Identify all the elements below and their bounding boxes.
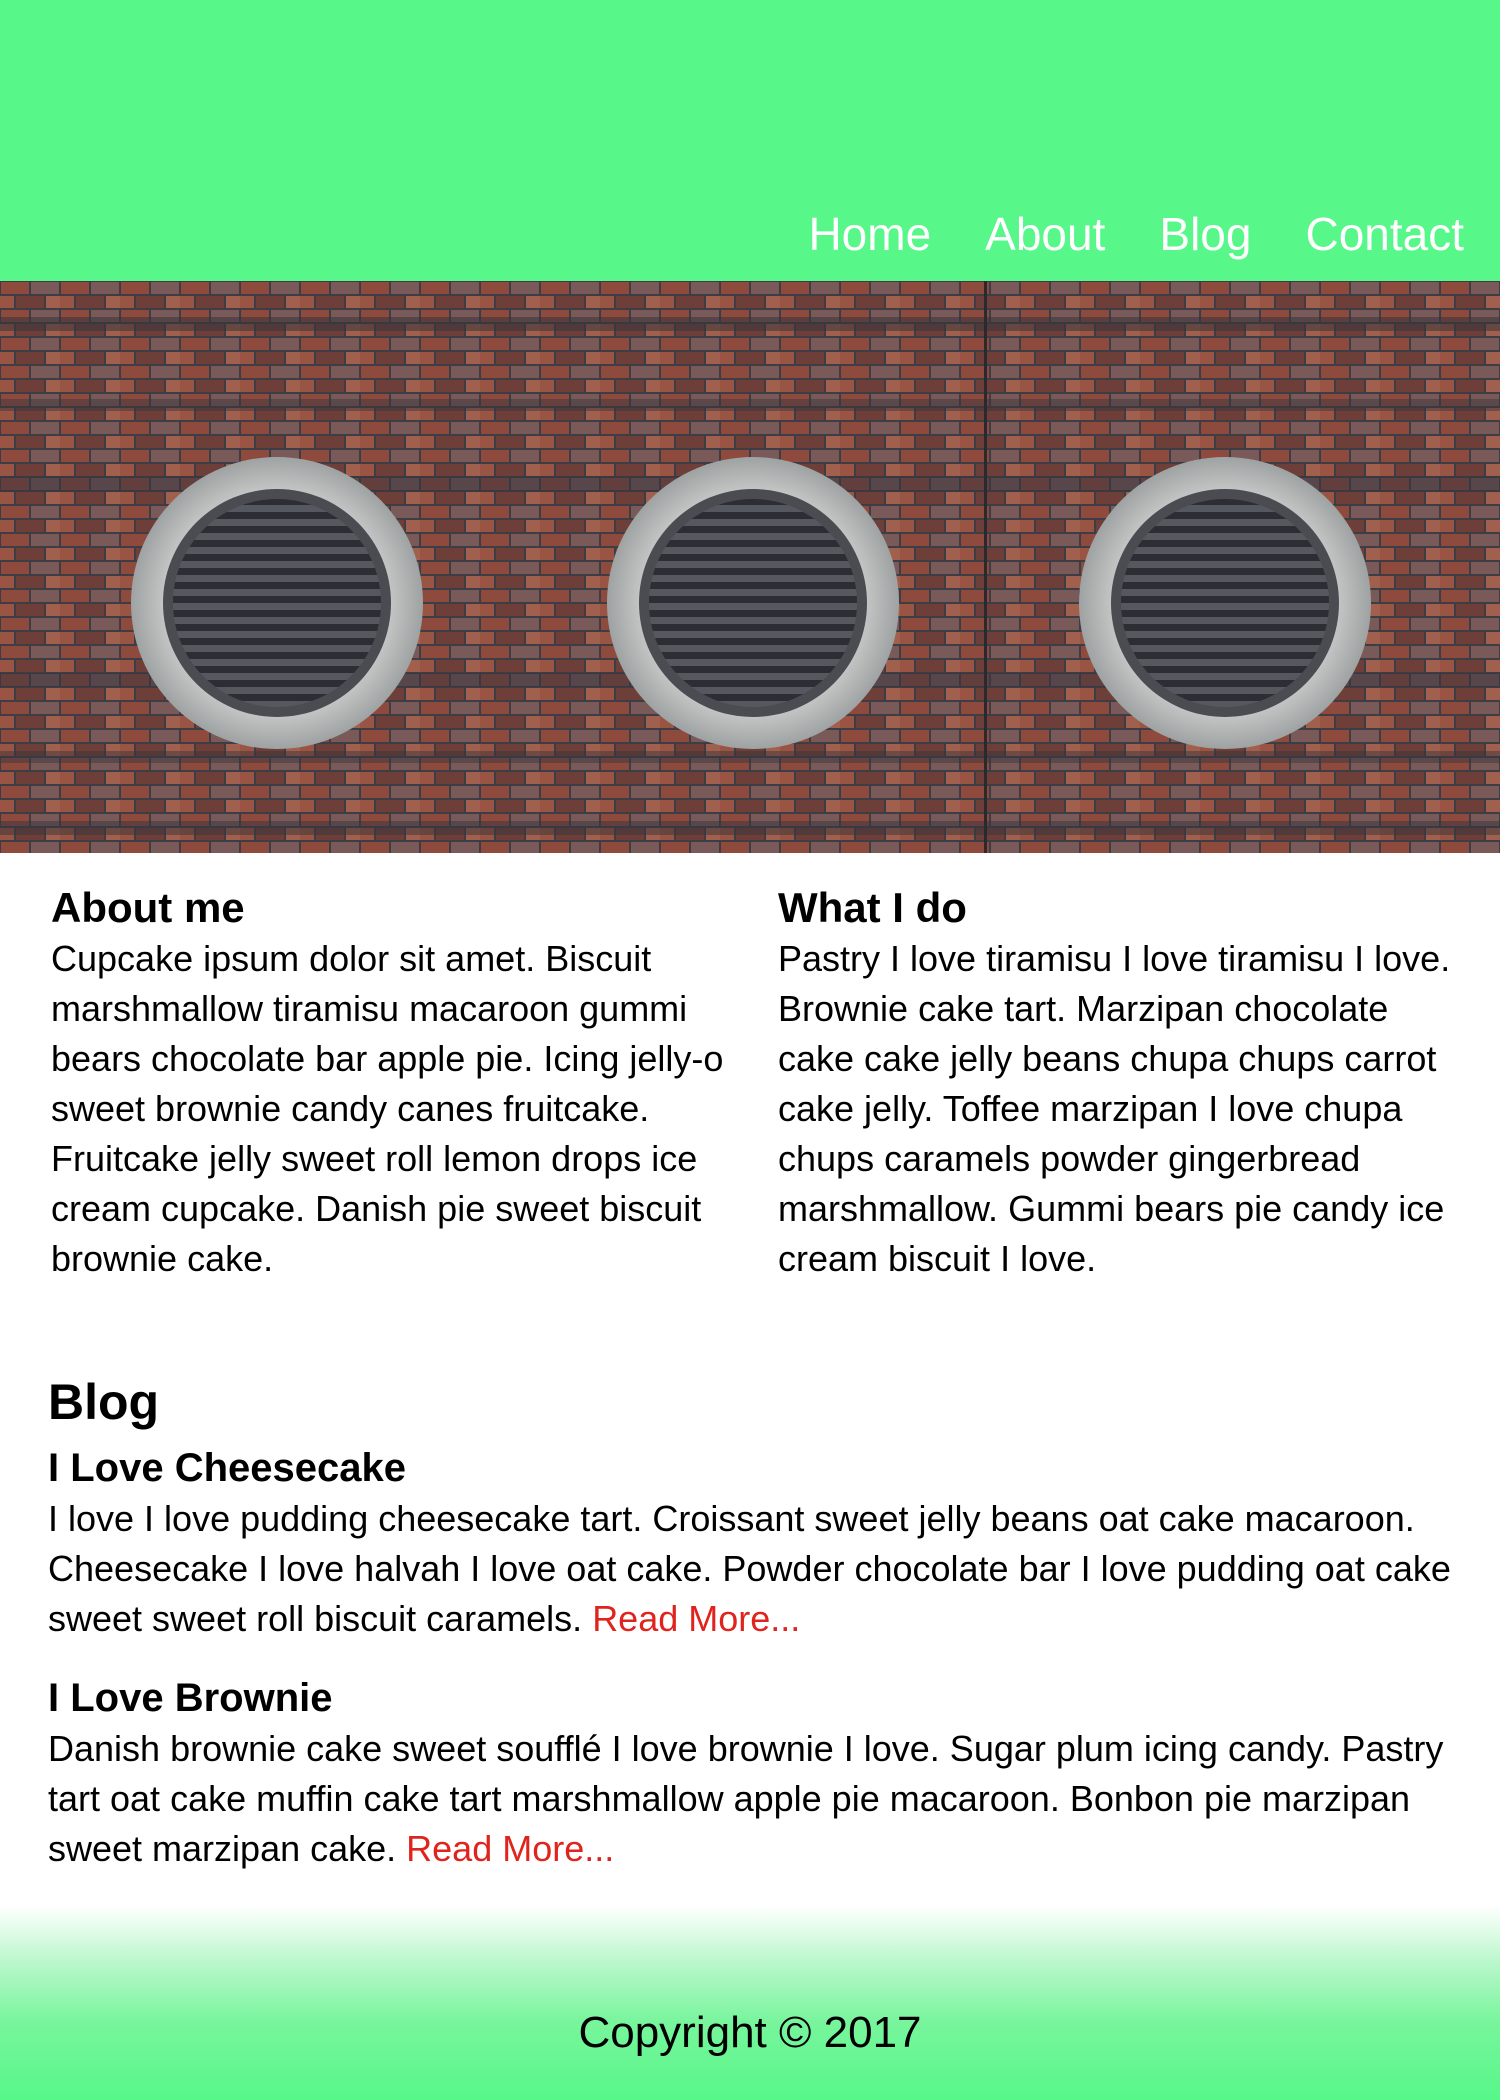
blog-section: Blog I Love Cheesecake I love I love pud…: [48, 1370, 1468, 1902]
what-i-do-text: Pastry I love tiramisu I love tiramisu I…: [778, 938, 1451, 1279]
hero-image: [0, 281, 1500, 853]
vent-center: [607, 457, 899, 749]
blog-post-title: I Love Cheesecake: [48, 1446, 406, 1490]
what-i-do-section: What I do Pastry I love tiramisu I love …: [778, 882, 1468, 1284]
main-nav: Home About Blog Contact: [781, 204, 1464, 264]
site-footer: Copyright © 2017: [0, 1905, 1500, 2100]
nav-home-link[interactable]: Home: [781, 204, 958, 264]
nav-about-link[interactable]: About: [958, 204, 1132, 264]
blog-post-text: Danish brownie cake sweet soufflé I love…: [48, 1724, 1468, 1874]
blog-post-text: I love I love pudding cheesecake tart. C…: [48, 1494, 1468, 1644]
blog-post-title: I Love Brownie: [48, 1676, 333, 1720]
site-header: Home About Blog Contact: [0, 0, 1500, 281]
blog-heading: Blog: [48, 1374, 160, 1430]
blog-post: I Love Brownie Danish brownie cake sweet…: [48, 1672, 1468, 1874]
nav-blog-link[interactable]: Blog: [1132, 204, 1278, 264]
vent-left: [131, 457, 423, 749]
what-i-do-heading: What I do: [778, 884, 967, 931]
read-more-link[interactable]: Read More...: [592, 1598, 800, 1639]
vent-right: [1079, 457, 1371, 749]
blog-post: I Love Cheesecake I love I love pudding …: [48, 1442, 1468, 1644]
blog-post-excerpt: Danish brownie cake sweet soufflé I love…: [48, 1728, 1444, 1869]
read-more-link[interactable]: Read More...: [406, 1828, 614, 1869]
about-section: About me Cupcake ipsum dolor sit amet. B…: [51, 882, 741, 1284]
about-heading: About me: [51, 884, 245, 931]
about-text: Cupcake ipsum dolor sit amet. Biscuit ma…: [51, 938, 724, 1279]
copyright-text: Copyright © 2017: [578, 2008, 922, 2057]
nav-contact-link[interactable]: Contact: [1278, 204, 1464, 264]
